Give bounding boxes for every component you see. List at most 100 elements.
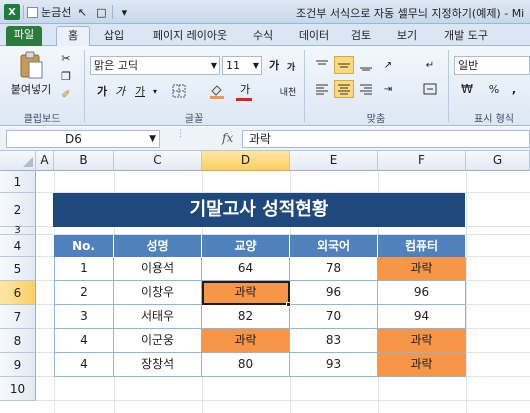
orientation-icon[interactable]: ↗ [378,56,398,74]
table-cell-fail[interactable]: 과락 [378,257,466,281]
column-header-a[interactable]: A [36,151,54,171]
column-header-c[interactable]: C [114,151,202,171]
column-header-g[interactable]: G [466,151,530,171]
align-center-icon[interactable] [334,80,354,98]
table-cell[interactable]: 4 [54,353,114,377]
column-header-e[interactable]: E [290,151,378,171]
row-header-5[interactable]: 5 [0,257,36,281]
table-cell[interactable]: 4 [54,329,114,353]
insert-function-icon[interactable]: fx [222,131,233,145]
font-name-select[interactable]: 맑은 고딕 ▼ [90,56,220,75]
row-header-3[interactable]: 3 [0,225,36,236]
italic-button[interactable]: 가 [112,82,128,100]
table-cell[interactable]: 93 [290,353,378,377]
row-header-4[interactable]: 4 [0,235,36,257]
row-header-6[interactable]: 6 [0,281,36,305]
table-cell[interactable]: 83 [290,329,378,353]
font-size-select[interactable]: 11 ▼ [222,56,262,75]
table-cell-fail[interactable]: 과락 [202,329,290,353]
tab-data[interactable]: 데이터 [292,27,336,46]
column-header-b[interactable]: B [54,151,114,171]
table-cell[interactable]: 96 [378,281,466,305]
table-cell[interactable]: 서태우 [114,305,202,329]
percent-button[interactable]: % [486,80,502,98]
tab-review[interactable]: 검토 [344,27,378,46]
table-cell-fail[interactable]: 과락 [378,329,466,353]
format-painter-icon[interactable]: ✐ [58,86,74,102]
name-box[interactable]: D6 ▼ [6,130,160,148]
table-header-name[interactable]: 성명 [114,235,202,257]
window-title: 조건부 서식으로 자동 셀무늬 지정하기(예제) - Mi [296,7,525,20]
customize-qat-icon[interactable]: ▾ [116,4,132,20]
align-right-icon[interactable] [356,80,376,98]
number-format-select[interactable]: 일반 [454,56,530,75]
tab-file[interactable]: 파일 [6,26,42,46]
tab-page-layout[interactable]: 페이지 레이아웃 [140,27,240,46]
borders-icon[interactable] [170,82,188,100]
shrink-font-button[interactable]: 가 [284,58,298,74]
table-cell[interactable]: 94 [378,305,466,329]
row-header-10[interactable]: 10 [0,377,36,401]
tab-formulas[interactable]: 수식 [246,27,280,46]
indent-icon[interactable]: ⇥ [378,80,398,98]
table-cell[interactable]: 64 [202,257,290,281]
tab-view[interactable]: 보기 [390,27,424,46]
select-all-corner[interactable] [0,151,36,171]
table-cell[interactable]: 82 [202,305,290,329]
cut-icon[interactable]: ✂ [58,50,74,66]
column-header-f[interactable]: F [378,151,466,171]
font-color-button[interactable]: 가 [236,80,254,98]
tab-developer[interactable]: 개발 도구 [434,27,498,46]
table-header-foreign-language[interactable]: 외국어 [290,235,378,257]
table-header-liberal-arts[interactable]: 교양 [202,235,290,257]
column-header-d[interactable]: D [202,151,290,171]
currency-icon[interactable]: ₩ [456,80,478,98]
active-cell-d6[interactable]: 과락 [202,281,290,305]
table-cell[interactable]: 이군웅 [114,329,202,353]
table-cell[interactable]: 70 [290,305,378,329]
bold-button[interactable]: 가 [94,82,110,100]
comma-button[interactable]: , [506,80,522,98]
grow-font-button[interactable]: 가 [266,56,282,74]
top-align-icon[interactable] [312,56,332,74]
excel-logo-icon[interactable]: X [4,4,20,20]
table-cell[interactable]: 80 [202,353,290,377]
table-cell[interactable]: 3 [54,305,114,329]
fill-color-icon[interactable] [208,82,226,100]
paste-button[interactable]: 붙여넣기 [8,82,54,96]
row-header-8[interactable]: 8 [0,329,36,353]
phonetic-button[interactable]: 내천 [276,82,300,100]
table-cell-fail[interactable]: 과락 [378,353,466,377]
table-cell[interactable]: 2 [54,281,114,305]
table-cell[interactable]: 1 [54,257,114,281]
middle-align-icon[interactable] [334,56,354,74]
table-cell[interactable]: 96 [290,281,378,305]
table-cell[interactable]: 이창우 [114,281,202,305]
select-objects-icon[interactable]: □ [93,4,109,20]
fill-handle[interactable] [286,302,291,307]
gridlines-checkbox[interactable] [27,6,38,18]
splitter-handle[interactable]: ⋮ [176,129,185,149]
cursor-icon[interactable]: ↖ [74,4,90,20]
bottom-align-icon[interactable] [356,56,376,74]
row-header-2[interactable]: 2 [0,193,36,227]
align-left-icon[interactable] [312,80,332,98]
table-header-computer[interactable]: 컴퓨터 [378,235,466,257]
formula-input[interactable]: 과락 [242,130,530,148]
copy-icon[interactable]: ❐ [58,68,74,84]
underline-button[interactable]: 가 [132,82,148,100]
table-cell[interactable]: 이용석 [114,257,202,281]
row-header-1[interactable]: 1 [0,171,36,193]
table-cell[interactable]: 장창석 [114,353,202,377]
table-cell[interactable]: 78 [290,257,378,281]
merge-center-icon[interactable] [420,80,440,98]
row-header-9[interactable]: 9 [0,353,36,377]
paste-icon[interactable] [14,50,48,82]
table-header-no[interactable]: No. [54,235,114,257]
tab-insert[interactable]: 삽입 [96,27,132,46]
sheet-title-banner[interactable]: 기말고사 성적현황 [53,193,465,227]
tab-home[interactable]: 홈 [56,26,90,46]
chevron-down-icon[interactable]: ▾ [150,82,160,100]
row-header-7[interactable]: 7 [0,305,36,329]
wrap-text-icon[interactable]: ↵ [420,56,440,74]
